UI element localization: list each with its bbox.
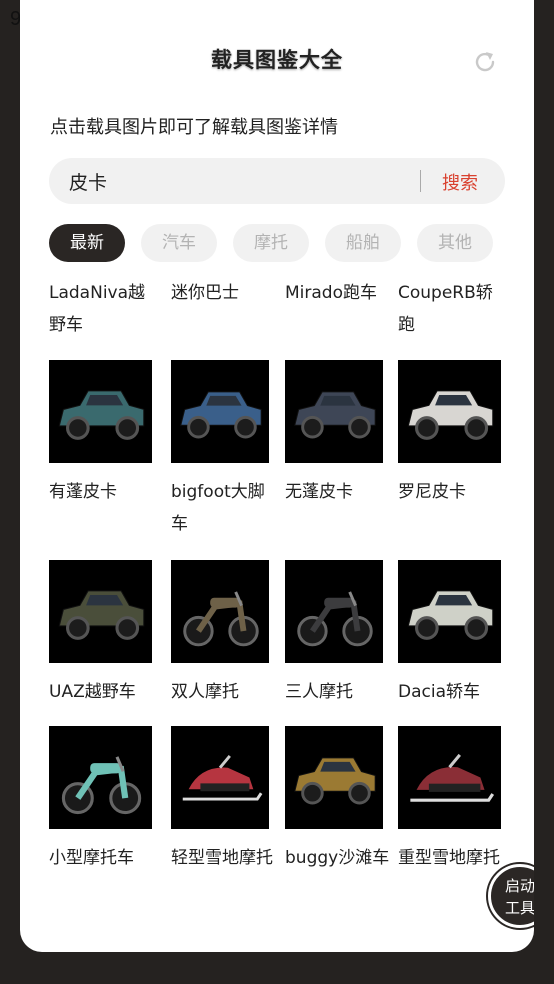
vehicle-name: 三人摩托 bbox=[285, 682, 353, 702]
search-input[interactable] bbox=[69, 158, 399, 204]
vehicle-item[interactable]: 重型雪地摩托 bbox=[398, 842, 506, 874]
vehicle-name: Mirado跑车 bbox=[285, 283, 377, 303]
vehicle-label-top[interactable]: CoupeRB轿跑 bbox=[398, 277, 506, 341]
vehicle-image[interactable] bbox=[171, 360, 269, 463]
category-tabs: 最新 汽车 摩托 船舶 其他 bbox=[49, 224, 493, 262]
vehicle-image[interactable] bbox=[398, 360, 501, 463]
vehicle-item[interactable]: UAZ越野车 bbox=[49, 676, 157, 708]
tab-others[interactable]: 其他 bbox=[417, 224, 493, 262]
vehicle-name: bigfoot大脚车 bbox=[171, 482, 265, 534]
vehicle-item[interactable]: 双人摩托 bbox=[171, 676, 279, 708]
hint-text: 点击载具图片即可了解载具图鉴详情 bbox=[50, 117, 338, 138]
vehicle-image[interactable] bbox=[285, 726, 383, 829]
vehicle-name: 罗尼皮卡 bbox=[398, 482, 466, 502]
vehicle-name: 迷你巴士 bbox=[171, 283, 239, 303]
search-button[interactable]: 搜索 bbox=[442, 169, 478, 195]
vehicle-image[interactable] bbox=[49, 360, 152, 463]
launcher-line2: 工具 bbox=[504, 899, 534, 917]
vehicle-item[interactable]: 轻型雪地摩托 bbox=[171, 842, 279, 874]
launcher-line1: 启动 bbox=[504, 877, 534, 895]
tab-cars[interactable]: 汽车 bbox=[141, 224, 217, 262]
vehicle-item[interactable]: 罗尼皮卡 bbox=[398, 476, 506, 508]
vehicle-name: LadaNiva越野车 bbox=[49, 283, 146, 335]
tab-boats[interactable]: 船舶 bbox=[325, 224, 401, 262]
vehicle-image[interactable] bbox=[398, 560, 501, 663]
vehicle-image[interactable] bbox=[171, 726, 269, 829]
page-title: 载具图鉴大全 bbox=[211, 48, 343, 72]
vehicle-name: 重型雪地摩托 bbox=[398, 848, 500, 868]
vehicle-item[interactable]: 无蓬皮卡 bbox=[285, 476, 393, 508]
vehicle-item[interactable]: 三人摩托 bbox=[285, 676, 393, 708]
vehicle-item[interactable]: 有蓬皮卡 bbox=[49, 476, 157, 508]
vehicle-image[interactable] bbox=[171, 560, 269, 663]
vehicle-name: 小型摩托车 bbox=[49, 848, 134, 868]
vehicle-name: 双人摩托 bbox=[171, 682, 239, 702]
vehicle-name: 无蓬皮卡 bbox=[285, 482, 353, 502]
vehicle-image[interactable] bbox=[49, 726, 152, 829]
vehicle-name: Dacia轿车 bbox=[398, 682, 480, 702]
vehicle-image[interactable] bbox=[398, 726, 501, 829]
vehicle-item[interactable]: 小型摩托车 bbox=[49, 842, 157, 874]
refresh-icon[interactable] bbox=[472, 49, 498, 75]
search-divider bbox=[420, 170, 421, 192]
tab-motorcycles[interactable]: 摩托 bbox=[233, 224, 309, 262]
vehicle-name: buggy沙滩车 bbox=[285, 848, 390, 868]
vehicle-name: 有蓬皮卡 bbox=[49, 482, 117, 502]
vehicle-image[interactable] bbox=[285, 360, 383, 463]
vehicle-label-top[interactable]: 迷你巴士 bbox=[171, 277, 279, 309]
vehicle-name: UAZ越野车 bbox=[49, 682, 136, 702]
vehicle-item[interactable]: Dacia轿车 bbox=[398, 676, 506, 708]
tab-latest[interactable]: 最新 bbox=[49, 224, 125, 262]
vehicle-name: 轻型雪地摩托 bbox=[171, 848, 273, 868]
main-card: 载具图鉴大全 点击载具图片即可了解载具图鉴详情 搜索 最新 汽车 摩托 船舶 其… bbox=[20, 0, 534, 952]
vehicle-name: CoupeRB轿跑 bbox=[398, 283, 493, 335]
search-bar: 搜索 bbox=[49, 158, 505, 204]
vehicle-image[interactable] bbox=[285, 560, 383, 663]
vehicle-image[interactable] bbox=[49, 560, 152, 663]
vehicle-label-top[interactable]: LadaNiva越野车 bbox=[49, 277, 157, 341]
vehicle-label-top[interactable]: Mirado跑车 bbox=[285, 277, 393, 309]
vehicle-item[interactable]: buggy沙滩车 bbox=[285, 842, 393, 874]
vehicle-item[interactable]: bigfoot大脚车 bbox=[171, 476, 279, 540]
